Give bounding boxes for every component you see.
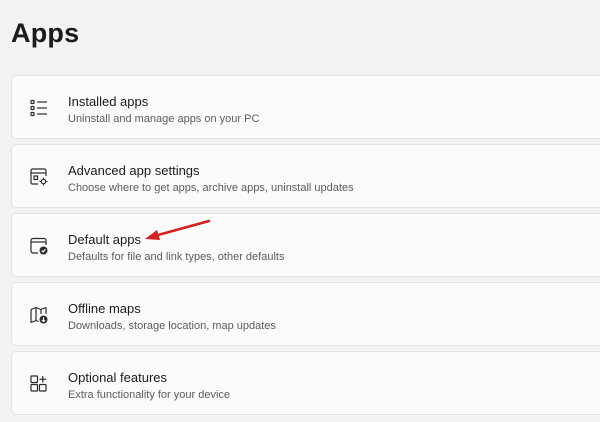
- grid-add-icon: [29, 374, 49, 394]
- item-title: Advanced app settings: [68, 163, 200, 178]
- settings-list: Installed apps Uninstall and manage apps…: [11, 75, 600, 420]
- item-description: Uninstall and manage apps on your PC: [68, 113, 260, 125]
- optional-features-item[interactable]: Optional features Extra functionality fo…: [11, 351, 600, 415]
- list-icon: [29, 98, 49, 118]
- item-title: Installed apps: [68, 94, 149, 109]
- page-title: Apps: [11, 18, 80, 48]
- item-description: Defaults for file and link types, other …: [68, 251, 285, 263]
- default-apps-item[interactable]: Default apps Defaults for file and link …: [11, 213, 600, 277]
- app-settings-icon: [29, 167, 49, 187]
- item-title: Offline maps: [68, 301, 141, 316]
- item-description: Extra functionality for your device: [68, 389, 231, 401]
- item-title: Default apps: [68, 232, 141, 247]
- installed-apps-item[interactable]: Installed apps Uninstall and manage apps…: [11, 75, 600, 139]
- map-download-icon: [29, 305, 49, 325]
- offline-maps-item[interactable]: Offline maps Downloads, storage location…: [11, 282, 600, 346]
- item-description: Choose where to get apps, archive apps, …: [68, 182, 354, 194]
- advanced-app-settings-item[interactable]: Advanced app settings Choose where to ge…: [11, 144, 600, 208]
- item-description: Downloads, storage location, map updates: [68, 320, 276, 332]
- default-apps-icon: [29, 236, 49, 256]
- item-title: Optional features: [68, 370, 168, 385]
